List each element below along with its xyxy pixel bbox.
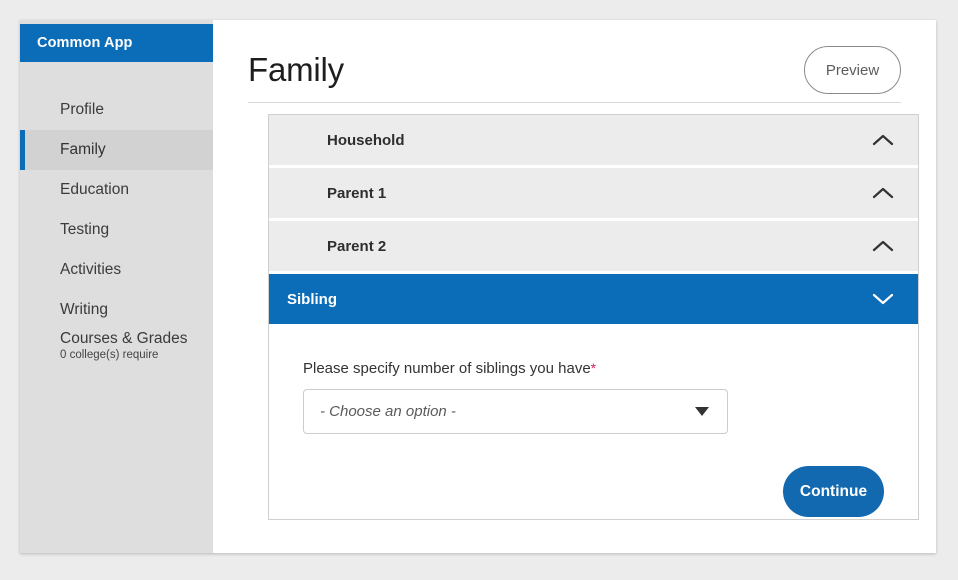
brand-header: Common App — [20, 24, 213, 62]
sidebar-item-sublabel: 0 college(s) require — [20, 347, 158, 361]
sidebar-item-label: Education — [20, 182, 129, 198]
family-sections-panel: Household Parent 1 Parent 2 Sibling — [268, 114, 919, 520]
chevron-up-icon[interactable] — [870, 127, 896, 153]
active-indicator-bar — [20, 130, 25, 170]
application-card: Common App Profile Family Education Test… — [20, 20, 936, 553]
page-title: Family — [248, 51, 344, 93]
sidebar-item-writing[interactable]: Writing — [20, 290, 213, 330]
sidebar: Common App Profile Family Education Test… — [20, 20, 213, 553]
page-header: Family Preview — [248, 42, 901, 103]
sibling-question-label: Please specify number of siblings you ha… — [303, 360, 884, 377]
accordion-label: Parent 1 — [269, 185, 386, 202]
accordion-header-household[interactable]: Household — [269, 115, 918, 165]
chevron-up-icon[interactable] — [870, 233, 896, 259]
sidebar-item-label: Activities — [20, 262, 121, 278]
sidebar-item-profile[interactable]: Profile — [20, 90, 213, 130]
caret-down-icon[interactable] — [695, 407, 709, 416]
sidebar-item-label: Testing — [20, 222, 109, 238]
sidebar-item-label: Courses & Grades — [20, 331, 188, 347]
main-content: Family Preview Household Parent 1 Parent… — [213, 20, 936, 553]
accordion-label: Sibling — [269, 291, 337, 308]
accordion-label: Household — [269, 132, 405, 149]
preview-button-label: Preview — [826, 62, 879, 79]
continue-button[interactable]: Continue — [783, 466, 884, 517]
form-actions: Continue — [269, 466, 918, 517]
sidebar-item-activities[interactable]: Activities — [20, 250, 213, 290]
accordion-label: Parent 2 — [269, 238, 386, 255]
sibling-count-select[interactable]: - Choose an option - — [303, 389, 728, 434]
sibling-count-select-value: - Choose an option - — [304, 403, 456, 420]
required-marker: * — [591, 360, 596, 376]
sibling-section-body: Please specify number of siblings you ha… — [269, 324, 918, 434]
chevron-down-icon[interactable] — [870, 286, 896, 312]
sidebar-item-label: Family — [20, 142, 106, 158]
sidebar-item-family[interactable]: Family — [20, 130, 213, 170]
accordion-header-parent-1[interactable]: Parent 1 — [269, 168, 918, 218]
sidebar-item-courses-and-grades[interactable]: Courses & Grades 0 college(s) require — [20, 326, 213, 366]
accordion-header-sibling[interactable]: Sibling — [269, 274, 918, 324]
sidebar-item-label: Writing — [20, 302, 108, 318]
brand-title: Common App — [20, 35, 133, 51]
sibling-question-text: Please specify number of siblings you ha… — [303, 360, 591, 377]
preview-button[interactable]: Preview — [804, 46, 901, 94]
sidebar-item-testing[interactable]: Testing — [20, 210, 213, 250]
sidebar-item-education[interactable]: Education — [20, 170, 213, 210]
chevron-up-icon[interactable] — [870, 180, 896, 206]
accordion-header-parent-2[interactable]: Parent 2 — [269, 221, 918, 271]
sidebar-item-label: Profile — [20, 102, 104, 118]
